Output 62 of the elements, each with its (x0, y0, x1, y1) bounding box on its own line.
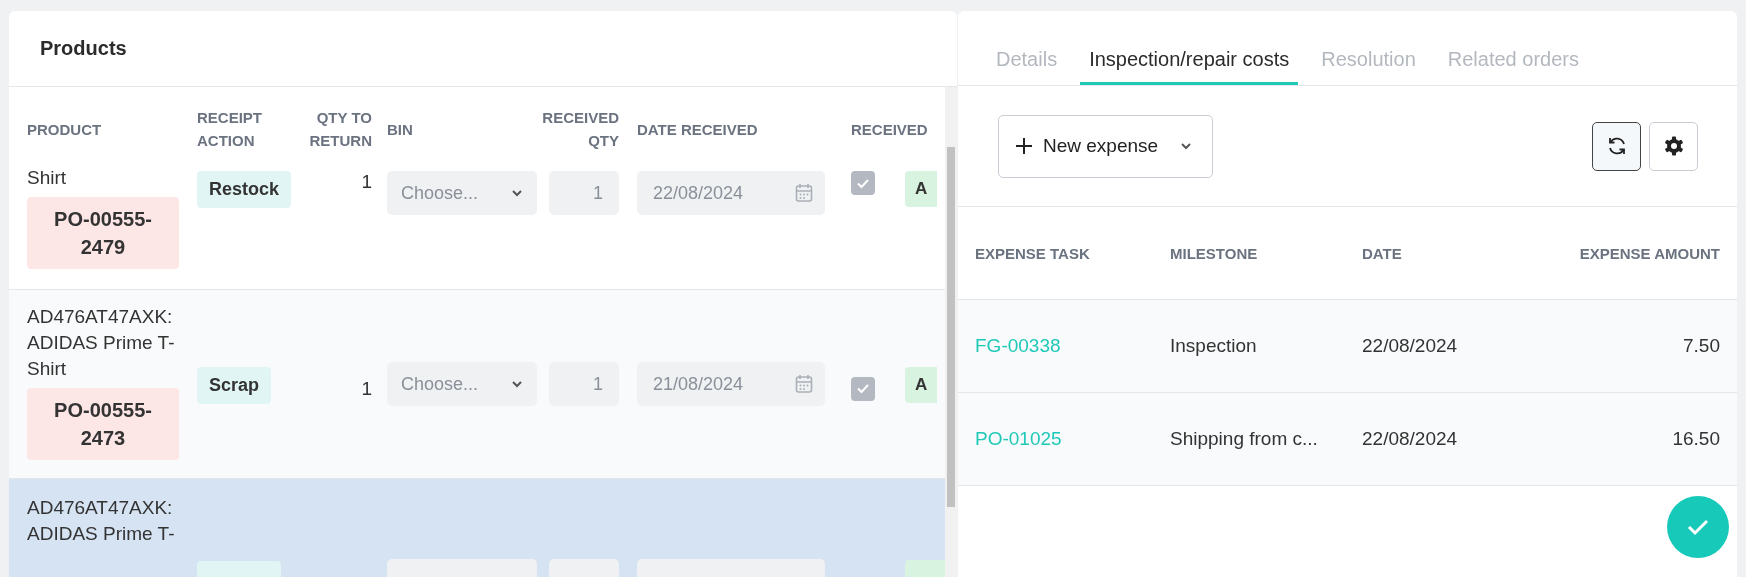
check-icon (856, 177, 870, 189)
settings-icon (1662, 135, 1685, 157)
panel-title: Products (40, 37, 127, 60)
column-header: DATE (1362, 244, 1402, 262)
table-cell: Inspection (1170, 335, 1257, 356)
receipt-action-badge: Restock (197, 171, 292, 208)
table-cell: 16.50 (1672, 428, 1720, 449)
column-header: EXPENSE TASK (975, 244, 1090, 262)
chevron-down-icon (511, 189, 523, 197)
table-row[interactable]: PO-01025 Shipping from c... 22/08/2024 16.50 (958, 393, 1737, 486)
expense-task-link[interactable]: FG-00338 (975, 335, 1061, 356)
bin-select[interactable]: Choose... (387, 362, 537, 406)
product-name: AD476AT47AXK: ADIDAS Prime T- (27, 496, 176, 546)
table-row[interactable]: AD476AT47AXK: ADIDAS Prime T- (9, 479, 945, 577)
column-header: RECEIVED (851, 119, 928, 140)
qty-to-return: 1 (361, 171, 372, 193)
settings-button[interactable] (1649, 121, 1698, 171)
tab[interactable]: Details (987, 48, 1067, 85)
column-header: EXPENSE AMOUNT (1578, 243, 1720, 264)
expense-task-link[interactable]: PO-01025 (975, 428, 1062, 449)
product-name: AD476AT47AXK: ADIDAS Prime T-Shirt (27, 305, 176, 381)
tab[interactable]: Inspection/repair costs (1080, 48, 1299, 85)
date-field[interactable]: 22/08/2024 (637, 171, 825, 215)
column-header: PRODUCT (27, 119, 102, 140)
scrollbar[interactable] (945, 87, 957, 577)
table-cell: 7.50 (1683, 335, 1720, 356)
table-row[interactable]: FG-00338 Inspection 22/08/2024 7.50 (958, 300, 1737, 393)
column-header: DATE RECEIVED (637, 119, 758, 140)
status-badge: A (905, 171, 938, 207)
table-row[interactable]: Shirt PO-00555-2479 Restock 1 Choose... 1 22/08/2024 A (9, 165, 945, 290)
check-icon (1686, 518, 1710, 536)
column-header: MILESTONE (1170, 244, 1258, 262)
column-header: RECEIVED QTY (541, 108, 619, 151)
table-cell: 22/08/2024 (1362, 428, 1458, 449)
order-badge: PO-00555-2479 (27, 197, 179, 269)
product-name: Shirt (27, 166, 67, 190)
tab[interactable]: Resolution (1312, 48, 1425, 85)
calendar-icon (795, 374, 813, 394)
received-qty-field[interactable]: 1 (549, 362, 619, 406)
chevron-down-icon (1180, 142, 1193, 150)
refresh-button[interactable] (1592, 121, 1641, 171)
date-field[interactable]: 21/08/2024 (637, 362, 825, 406)
column-header: RECEIPT ACTION (197, 108, 263, 151)
chevron-down-icon (511, 380, 523, 388)
table-row[interactable]: AD476AT47AXK: ADIDAS Prime T-Shirt PO-00555-2473 Scrap 1 Choose... 1 21/08/2024 A (9, 290, 945, 479)
tab[interactable]: Related orders (1438, 48, 1588, 85)
status-badge: A (905, 366, 938, 403)
column-header: BIN (387, 119, 413, 140)
table-cell: Shipping from c... (1170, 428, 1318, 449)
received-checkbox[interactable] (851, 171, 875, 195)
qty-to-return: 1 (361, 378, 372, 400)
receipt-action-badge: Scrap (197, 366, 272, 404)
received-qty-field[interactable]: 1 (549, 171, 619, 215)
plus-icon (1015, 137, 1033, 155)
table-cell: 22/08/2024 (1362, 335, 1458, 356)
new-expense-button[interactable]: New expense (998, 114, 1214, 178)
check-icon (856, 383, 870, 394)
order-badge: PO-00555-2473 (27, 388, 179, 460)
calendar-icon (795, 183, 813, 203)
bin-select[interactable]: Choose... (387, 171, 537, 215)
column-header: QTY TO RETURN (308, 108, 372, 151)
received-checkbox[interactable] (851, 376, 875, 401)
